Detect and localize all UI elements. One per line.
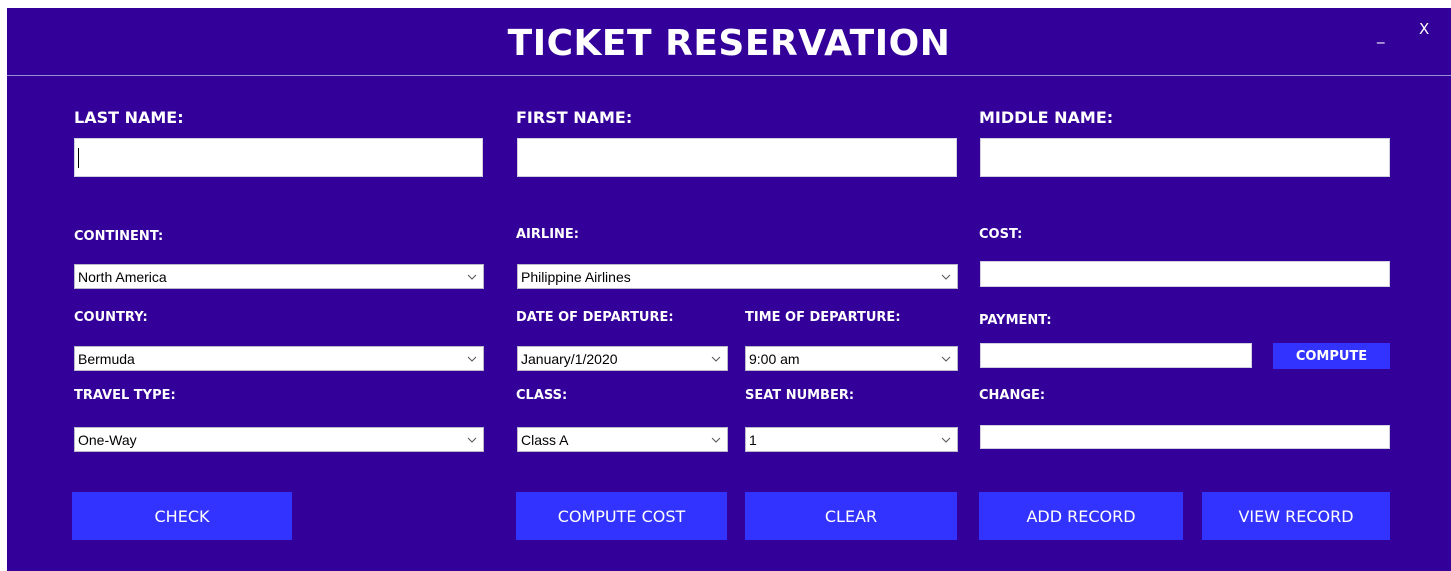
title-divider [7,75,1451,76]
payment-input[interactable] [980,343,1252,368]
compute-payment-button[interactable]: COMPUTE [1273,343,1390,369]
close-button[interactable]: X [1419,20,1429,38]
travel-type-select[interactable]: One-Way [74,427,484,452]
chevron-down-icon [467,356,477,362]
middle-name-input[interactable] [980,138,1390,177]
check-button[interactable]: CHECK [72,492,292,540]
airline-label: AIRLINE: [516,227,579,242]
change-input[interactable] [980,425,1390,449]
chevron-down-icon [467,274,477,280]
date-of-departure-selected: January/1/2020 [521,351,618,367]
seat-number-label: SEAT NUMBER: [745,388,855,403]
airline-selected: Philippine Airlines [521,269,631,285]
clear-button[interactable]: CLEAR [745,492,957,540]
seat-number-select[interactable]: 1 [745,427,958,452]
airline-select[interactable]: Philippine Airlines [517,264,958,289]
continent-selected: North America [78,269,167,285]
time-of-departure-select[interactable]: 9:00 am [745,346,958,371]
continent-select[interactable]: North America [74,264,484,289]
date-of-departure-select[interactable]: January/1/2020 [517,346,728,371]
middle-name-label: MIDDLE NAME: [979,108,1114,127]
travel-type-selected: One-Way [78,432,137,448]
last-name-input[interactable] [74,138,483,177]
chevron-down-icon [711,437,721,443]
country-select[interactable]: Bermuda [74,346,484,371]
date-of-departure-label: DATE OF DEPARTURE: [516,310,674,325]
change-label: CHANGE: [979,388,1046,403]
class-selected: Class A [521,432,569,448]
minimize-button[interactable]: _ [1377,26,1385,44]
continent-label: CONTINENT: [74,229,164,244]
chevron-down-icon [941,274,951,280]
view-record-button[interactable]: VIEW RECORD [1202,492,1390,540]
travel-type-label: TRAVEL TYPE: [74,388,176,403]
time-of-departure-selected: 9:00 am [749,351,800,367]
add-record-button[interactable]: ADD RECORD [979,492,1183,540]
class-select[interactable]: Class A [517,427,728,452]
country-label: COUNTRY: [74,310,148,325]
compute-cost-button[interactable]: COMPUTE COST [516,492,727,540]
payment-label: PAYMENT: [979,313,1052,328]
last-name-label: LAST NAME: [74,108,184,127]
chevron-down-icon [941,356,951,362]
cost-input[interactable] [980,261,1390,287]
chevron-down-icon [467,437,477,443]
reservation-window: TICKET RESERVATION _ X LAST NAME: FIRST … [7,8,1451,571]
chevron-down-icon [941,437,951,443]
seat-number-selected: 1 [749,432,757,448]
country-selected: Bermuda [78,351,135,367]
window-title: TICKET RESERVATION [507,23,951,64]
first-name-input[interactable] [517,138,957,177]
chevron-down-icon [711,356,721,362]
text-cursor [78,148,79,168]
first-name-label: FIRST NAME: [516,108,633,127]
time-of-departure-label: TIME OF DEPARTURE: [745,310,901,325]
class-label: CLASS: [516,388,568,403]
cost-label: COST: [979,227,1023,242]
